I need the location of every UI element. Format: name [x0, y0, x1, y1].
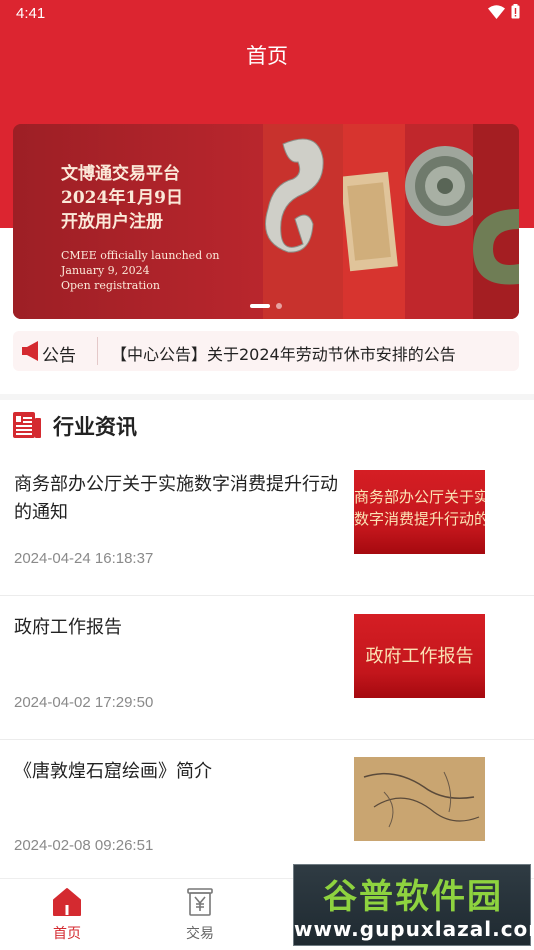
notice-label: 公告 [42, 346, 76, 366]
watermark-logo: 谷普软件园 www.gupuxlazal.com [293, 864, 534, 946]
banner-image-jade-ring [473, 124, 519, 319]
banner-cn-line2: 2024年1月9日 [61, 188, 183, 208]
notice-divider [97, 337, 98, 365]
tab-home[interactable]: 首页 [17, 887, 117, 943]
battery-icon [511, 4, 520, 19]
watermark-url: www.gupuxlazal.com [294, 917, 534, 941]
news-item[interactable]: 《唐敦煌石窟绘画》简介 2024-02-08 09:26:51 [0, 753, 534, 878]
tab-trade[interactable]: 交易 [150, 887, 250, 943]
banner-en-text: CMEE officially launched on January 9, 2… [61, 248, 219, 293]
banner-image-scroll [340, 124, 405, 319]
banner-en-line1: CMEE officially launched on [61, 249, 220, 262]
notice-text[interactable]: 【中心公告】关于2024年劳动节休市安排的公告 [111, 341, 456, 365]
news-item[interactable]: 商务部办公厅关于实施数字消费提升行动的通知 2024-04-24 16:18:3… [0, 465, 534, 595]
notice-bar[interactable]: 公告 【中心公告】关于2024年劳动节休市安排的公告 [13, 331, 519, 371]
banner-en-line2: January 9, 2024 [61, 264, 150, 277]
thumb-text-line1: 政府工作报告 [365, 646, 474, 667]
news-thumbnail[interactable]: 政府工作报告 [354, 614, 485, 698]
news-thumbnail[interactable]: 商务部办公厅关于实施 数字消费提升行动的通知 [354, 470, 485, 554]
thumb-text-line2: 数字消费提升行动的通知 [354, 510, 485, 528]
news-item[interactable]: 政府工作报告 2024-04-02 17:29:50 政府工作报告 [0, 609, 534, 739]
news-date: 2024-04-24 16:18:37 [14, 550, 154, 567]
banner-image-bronze-mirror [405, 124, 485, 319]
yen-receipt-icon [187, 888, 213, 916]
news-title[interactable]: 商务部办公厅关于实施数字消费提升行动的通知 [14, 471, 340, 527]
status-bar: 4:41 [0, 0, 534, 28]
status-icons [488, 4, 520, 19]
megaphone-icon [22, 341, 38, 361]
tab-trade-label: 交易 [186, 926, 214, 942]
page-title: 首页 [246, 44, 288, 68]
banner-cn-line3: 开放用户注册 [61, 212, 163, 232]
section-title: 行业资讯 [53, 415, 137, 439]
carousel-indicator [13, 303, 519, 309]
tab-home-label: 首页 [53, 926, 81, 942]
section-header: 行业资讯 [13, 410, 313, 442]
banner-en-line3: Open registration [61, 279, 161, 292]
home-icon [53, 888, 81, 916]
banner-image-jade-dragon [263, 124, 343, 319]
news-title[interactable]: 《唐敦煌石窟绘画》简介 [14, 758, 340, 786]
news-icon [13, 412, 41, 438]
news-title[interactable]: 政府工作报告 [14, 614, 340, 642]
news-date: 2024-02-08 09:26:51 [14, 837, 154, 854]
section-divider [0, 394, 534, 400]
news-separator [0, 595, 534, 596]
banner-text: 文博通交易平台 2024年1月9日 开放用户注册 CMEE officially… [61, 162, 219, 293]
banner-cn-line1: 文博通交易平台 [61, 164, 180, 184]
carousel-dot-active[interactable] [250, 304, 270, 308]
status-time: 4:41 [16, 5, 46, 22]
news-separator [0, 739, 534, 740]
banner-carousel[interactable]: 文博通交易平台 2024年1月9日 开放用户注册 CMEE officially… [13, 124, 519, 319]
thumb-text-line1: 商务部办公厅关于实施 [354, 488, 485, 506]
watermark-title: 谷普软件园 [323, 877, 503, 917]
wifi-icon [488, 4, 505, 19]
carousel-dot[interactable] [276, 303, 282, 309]
news-date: 2024-04-02 17:29:50 [14, 694, 154, 711]
news-thumbnail[interactable] [354, 757, 485, 841]
